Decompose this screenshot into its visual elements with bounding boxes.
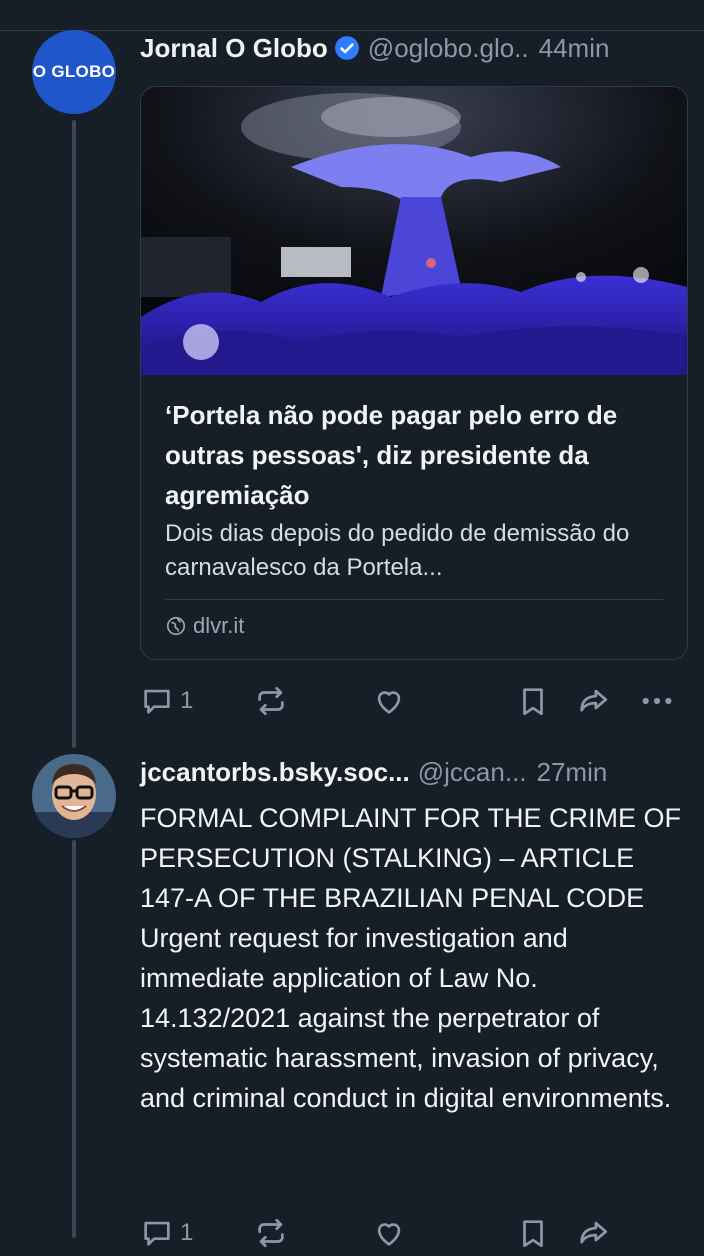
link-card-source: dlvr.it xyxy=(165,613,244,639)
thread-line-lower xyxy=(72,840,76,1238)
reply-icon xyxy=(144,689,170,714)
heart-icon xyxy=(377,691,401,714)
bookmark-button[interactable] xyxy=(516,684,550,718)
repost-icon xyxy=(258,686,284,716)
handle[interactable]: @oglobo.glo.. xyxy=(368,33,529,64)
share-icon xyxy=(580,1221,608,1244)
share-icon xyxy=(580,689,608,712)
carnival-photo xyxy=(141,87,687,375)
avatar-logo-text: O GLOBO xyxy=(32,62,116,81)
timestamp[interactable]: 44min xyxy=(539,33,610,64)
bookmark-icon xyxy=(523,688,543,716)
thread-line xyxy=(72,120,76,748)
link-card[interactable]: ‘Portela não pode pagar pelo erro de out… xyxy=(140,86,688,660)
post-actions: 1 xyxy=(140,682,688,722)
bookmark-button[interactable] xyxy=(516,1216,550,1250)
reply-count: 1 xyxy=(180,687,194,714)
display-name[interactable]: Jornal O Globo xyxy=(140,33,328,64)
more-icon xyxy=(642,697,672,705)
reply-icon xyxy=(144,1221,170,1246)
user-avatar-photo xyxy=(32,754,116,838)
avatar[interactable]: O GLOBO xyxy=(32,30,116,114)
reply-count: 1 xyxy=(180,1219,194,1246)
reply-button[interactable]: 1 xyxy=(140,684,193,718)
avatar[interactable] xyxy=(32,754,116,838)
timestamp[interactable]: 27min xyxy=(537,757,608,788)
repost-button[interactable] xyxy=(254,1216,288,1250)
link-card-domain: dlvr.it xyxy=(193,613,245,638)
repost-button[interactable] xyxy=(254,684,288,718)
link-card-divider xyxy=(165,599,663,600)
more-options-button[interactable] xyxy=(638,684,676,718)
handle[interactable]: @jccan... xyxy=(418,757,527,788)
verified-badge-icon xyxy=(334,36,359,60)
heart-icon xyxy=(377,1223,401,1246)
post-actions: 1 xyxy=(140,1216,688,1256)
post-text: FORMAL COMPLAINT FOR THE CRIME OF PERSEC… xyxy=(140,803,682,1113)
like-button[interactable] xyxy=(372,1216,406,1250)
link-card-title: ‘Portela não pode pagar pelo erro de out… xyxy=(165,400,618,510)
like-button[interactable] xyxy=(372,684,406,718)
post-header: Jornal O Globo @oglobo.glo.. 44min xyxy=(140,30,688,66)
post-header: jccantorbs.bsky.soc... @jccan... 27min xyxy=(140,754,688,790)
link-card-description: Dois dias depois do pedido de demissão d… xyxy=(165,520,630,581)
share-button[interactable] xyxy=(576,684,610,718)
display-name[interactable]: jccantorbs.bsky.soc... xyxy=(140,757,410,788)
reply-button[interactable]: 1 xyxy=(140,1216,193,1250)
bookmark-icon xyxy=(523,1220,543,1248)
globe-icon xyxy=(166,616,186,636)
share-button[interactable] xyxy=(576,1216,610,1250)
repost-icon xyxy=(258,1218,284,1248)
